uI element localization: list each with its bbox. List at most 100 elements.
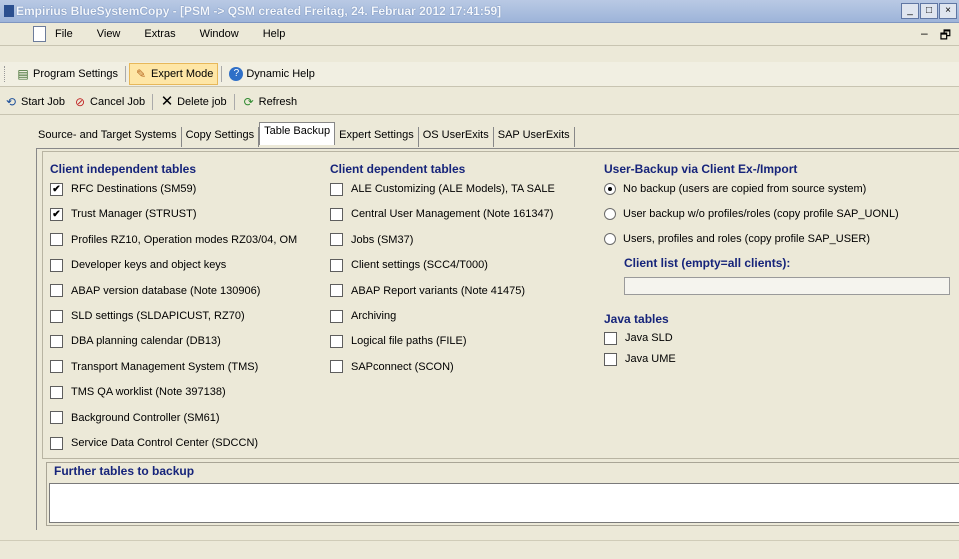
- checkbox[interactable]: [330, 360, 343, 374]
- checkbox-row[interactable]: ✔ RFC Destinations (SM59): [50, 181, 196, 197]
- checkbox[interactable]: [330, 258, 343, 272]
- expert-mode-button[interactable]: ✎ Expert Mode: [128, 63, 219, 85]
- checkbox-label: ABAP Report variants (Note 41475): [351, 284, 526, 297]
- start-job-button[interactable]: ⟲ Start Job: [0, 92, 69, 112]
- checkbox[interactable]: [330, 309, 343, 323]
- menu-help[interactable]: Help: [263, 28, 286, 40]
- toolbar-grip[interactable]: [4, 66, 8, 82]
- checkbox-label: DBA planning calendar (DB13): [71, 335, 221, 348]
- checkbox-label: Archiving: [351, 310, 397, 322]
- checkbox-label: Central User Management (Note 161347): [351, 208, 554, 221]
- checkbox[interactable]: [330, 233, 343, 247]
- checkbox-row[interactable]: Background Controller (SM61): [50, 410, 220, 426]
- tab-table-backup[interactable]: Table Backup: [259, 122, 336, 145]
- checked-checkbox[interactable]: ✔: [50, 207, 63, 221]
- toolbar-separator: [233, 94, 235, 110]
- checkbox-row[interactable]: Java SLD: [604, 330, 673, 346]
- settings-toolbar: ▤ Program Settings ✎ Expert Mode ? Dynam…: [0, 62, 959, 87]
- further-tables-input[interactable]: [49, 483, 959, 523]
- checkbox[interactable]: [604, 331, 617, 345]
- radio-selected[interactable]: [604, 183, 616, 195]
- checkbox[interactable]: [50, 233, 63, 247]
- checkbox[interactable]: [50, 334, 63, 348]
- checkbox-row[interactable]: TMS QA worklist (Note 397138): [50, 384, 226, 400]
- checkbox-label: Client settings (SCC4/T000): [351, 259, 488, 272]
- tab-sap-userexits[interactable]: SAP UserExits: [494, 127, 575, 147]
- checkbox-row[interactable]: Logical file paths (FILE): [330, 333, 467, 349]
- checkbox-label: SAPconnect (SCON): [351, 360, 454, 373]
- radio-label: No backup (users are copied from source …: [623, 183, 867, 195]
- checkbox-row[interactable]: Archiving: [330, 308, 396, 324]
- client-list-input[interactable]: [624, 277, 950, 295]
- radio-option[interactable]: Users, profiles and roles (copy profile …: [604, 231, 870, 247]
- checkbox-row[interactable]: Central User Management (Note 161347): [330, 206, 553, 222]
- checkbox[interactable]: [50, 309, 63, 323]
- checkbox-row[interactable]: SAPconnect (SCON): [330, 359, 454, 375]
- radio-option[interactable]: No backup (users are copied from source …: [604, 181, 866, 197]
- checkbox[interactable]: [50, 385, 63, 399]
- checkbox-row[interactable]: DBA planning calendar (DB13): [50, 333, 221, 349]
- radio-label: User backup w/o profiles/roles (copy pro…: [623, 208, 899, 220]
- window-controls: _ □ ×: [901, 3, 957, 19]
- mdi-minimize-button[interactable]: –: [921, 26, 928, 47]
- checkbox-label: Profiles RZ10, Operation modes RZ03/04, …: [71, 233, 298, 246]
- tab-expert-settings[interactable]: Expert Settings: [335, 127, 419, 147]
- job-toolbar: ⟲ Start Job ⊘ Cancel Job ✕ Delete job ⟳ …: [0, 90, 959, 115]
- minimize-button[interactable]: _: [901, 3, 919, 19]
- checkbox-row[interactable]: Developer keys and object keys: [50, 257, 226, 273]
- checkbox[interactable]: [50, 258, 63, 272]
- menu-window[interactable]: Window: [200, 28, 239, 40]
- checkbox[interactable]: [604, 352, 617, 366]
- pencil-icon: ✎: [135, 67, 147, 81]
- help-icon: ?: [229, 67, 244, 81]
- close-button[interactable]: ×: [939, 3, 957, 19]
- checkbox-row[interactable]: Client settings (SCC4/T000): [330, 257, 488, 273]
- checkbox-row[interactable]: ALE Customizing (ALE Models), TA SALE: [330, 181, 555, 197]
- checkbox-row[interactable]: Profiles RZ10, Operation modes RZ03/04, …: [50, 232, 297, 248]
- checkbox[interactable]: [330, 334, 343, 348]
- radio-button[interactable]: [604, 233, 616, 245]
- title-bar: Empirius BlueSystemCopy - [PSM -> QSM cr…: [0, 0, 959, 23]
- tab-copy-settings[interactable]: Copy Settings: [182, 127, 260, 147]
- checkbox-row[interactable]: ABAP Report variants (Note 41475): [330, 283, 525, 299]
- cancel-job-button[interactable]: ⊘ Cancel Job: [69, 92, 149, 112]
- tab-source-target[interactable]: Source- and Target Systems: [34, 127, 182, 147]
- mdi-restore-button[interactable]: 🗗: [940, 26, 951, 47]
- delete-job-button[interactable]: ✕ Delete job: [156, 92, 231, 112]
- checkbox[interactable]: [50, 284, 63, 298]
- checkbox-row[interactable]: Transport Management System (TMS): [50, 359, 258, 375]
- maximize-button[interactable]: □: [920, 3, 938, 19]
- checkbox-label: ABAP version database (Note 130906): [71, 284, 261, 297]
- toolbar-separator: [124, 66, 126, 82]
- window-title: Empirius BlueSystemCopy - [PSM -> QSM cr…: [16, 4, 502, 18]
- radio-button[interactable]: [604, 208, 616, 220]
- checkbox-label: Developer keys and object keys: [71, 259, 227, 272]
- checkbox[interactable]: [50, 411, 63, 425]
- refresh-button[interactable]: ⟳ Refresh: [238, 92, 302, 112]
- checkbox[interactable]: [330, 207, 343, 221]
- checkbox-row[interactable]: ABAP version database (Note 130906): [50, 283, 260, 299]
- checkbox[interactable]: [330, 182, 343, 196]
- checkbox-label: TMS QA worklist (Note 397138): [71, 386, 226, 399]
- checkbox-row[interactable]: Java UME: [604, 351, 676, 367]
- checkbox-label: Logical file paths (FILE): [351, 335, 467, 348]
- menu-extras[interactable]: Extras: [144, 28, 175, 40]
- document-icon[interactable]: [33, 26, 46, 42]
- program-settings-button[interactable]: ▤ Program Settings: [12, 64, 122, 84]
- checkbox-row[interactable]: ✔ Trust Manager (STRUST): [50, 206, 197, 222]
- tab-os-userexits[interactable]: OS UserExits: [419, 127, 494, 147]
- checkbox-row[interactable]: Service Data Control Center (SDCCN): [50, 435, 258, 451]
- checkbox-row[interactable]: SLD settings (SLDAPICUST, RZ70): [50, 308, 245, 324]
- menu-file[interactable]: File: [55, 28, 73, 40]
- checkbox-row[interactable]: Jobs (SM37): [330, 232, 413, 248]
- checked-checkbox[interactable]: ✔: [50, 182, 63, 196]
- checkbox[interactable]: [330, 284, 343, 298]
- dynamic-help-button[interactable]: ? Dynamic Help: [225, 64, 318, 84]
- radio-option[interactable]: User backup w/o profiles/roles (copy pro…: [604, 206, 899, 222]
- checkbox[interactable]: [50, 360, 63, 374]
- checkbox-label: Java SLD: [625, 332, 673, 344]
- client-independent-heading: Client independent tables: [50, 162, 197, 176]
- checkbox[interactable]: [50, 436, 63, 450]
- menu-view[interactable]: View: [97, 28, 121, 40]
- status-bar: [0, 540, 959, 559]
